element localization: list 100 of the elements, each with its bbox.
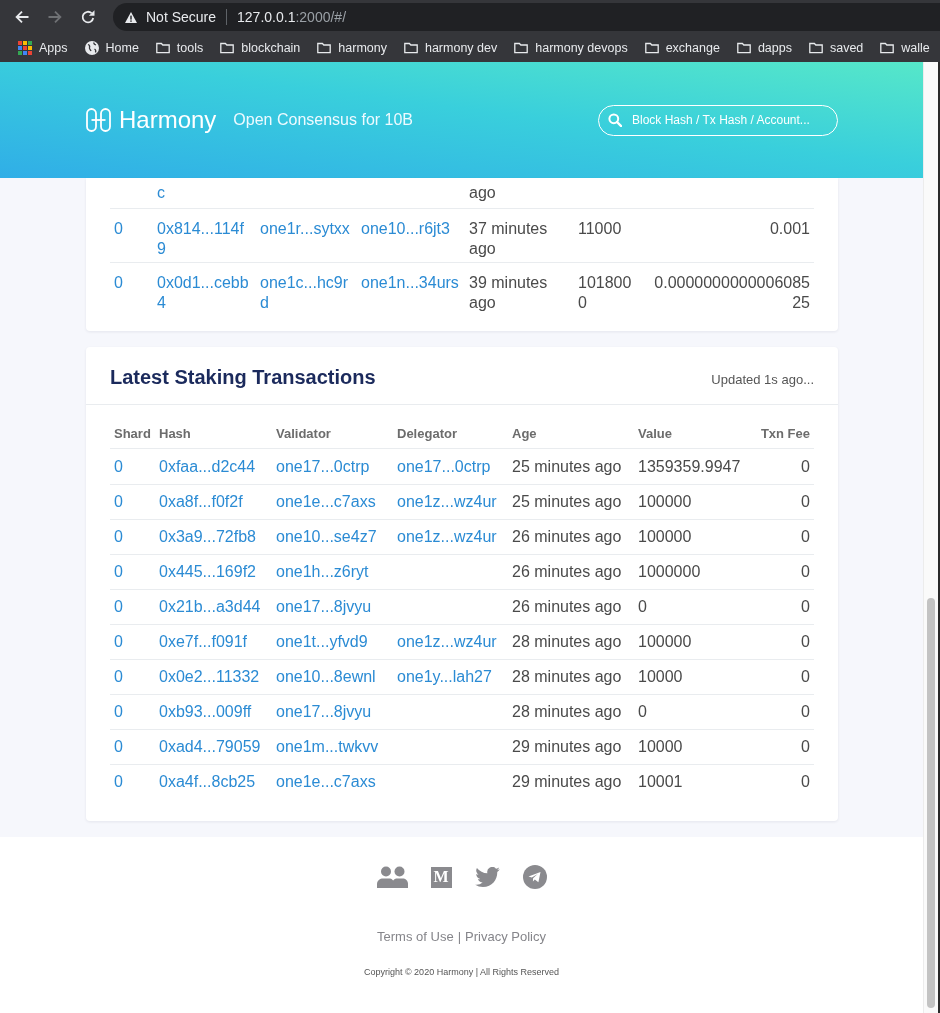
fee-text: 0.001 (769, 219, 810, 239)
value-text: 10000 (638, 667, 684, 687)
address-link[interactable]: one10...r6jt3 (361, 219, 461, 259)
age-text: 28 minutes ago (512, 667, 623, 687)
address-link[interactable]: one1c...hc9rd (260, 273, 353, 313)
bookmark-item[interactable]: saved (808, 41, 864, 55)
hash-link[interactable]: 0xb93...009ff (159, 702, 276, 722)
hash-link[interactable]: 0xa4f...8cb25 (159, 772, 276, 792)
shard-link[interactable]: 0 (114, 702, 159, 722)
url-text: 127.0.0.1:2000/#/ (237, 9, 347, 25)
validator-link[interactable]: one1t...yfvd9 (276, 632, 397, 652)
hash-link[interactable]: 0x21b...a3d44 (159, 597, 276, 617)
bookmark-item[interactable]: blockchain (220, 41, 301, 55)
folder-icon (514, 41, 529, 55)
fee-text: 0 (801, 597, 810, 617)
bookmark-item[interactable]: walle (880, 41, 930, 55)
bookmark-item[interactable]: Home (84, 41, 139, 55)
hash-link[interactable]: 0xfaa...d2c44 (159, 456, 276, 477)
m-tile-icon[interactable]: M (430, 866, 452, 888)
bookmark-item[interactable]: exchange (644, 41, 720, 55)
shard-link[interactable]: 0 (114, 667, 159, 687)
column-header: Value (638, 426, 673, 442)
reload-icon[interactable] (80, 9, 96, 25)
copyright-text: Copyright © 2020 Harmony | All Rights Reserved (363, 966, 560, 978)
paper-plane-icon[interactable] (522, 865, 547, 889)
privacy-link[interactable]: Privacy Policy (465, 929, 546, 945)
terms-link[interactable]: Terms of Use (377, 929, 454, 945)
hash-link[interactable]: c (157, 183, 252, 203)
delegator-link[interactable]: one1z...wz4ur (397, 492, 512, 512)
address-link[interactable]: one1r...sytxx (260, 219, 353, 259)
hash-link[interactable]: 0x0e2...11332 (159, 667, 276, 687)
bookmark-item[interactable]: harmony dev (403, 41, 498, 55)
shard-link[interactable]: 0 (114, 273, 149, 313)
address-link[interactable]: one1n...34urs (361, 273, 461, 313)
hash-link[interactable]: 0x814...114f9 (157, 219, 252, 259)
validator-link[interactable]: one10...8ewnl (276, 667, 397, 687)
folder-icon (317, 41, 332, 55)
delegator-link[interactable]: one1z...wz4ur (397, 527, 512, 547)
validator-link[interactable]: one1e...c7axs (276, 492, 397, 512)
security-label: Not Secure (146, 9, 217, 25)
shard-link[interactable]: 0 (114, 772, 159, 792)
hash-link[interactable]: 0xad4...79059 (159, 737, 276, 757)
validator-link[interactable]: one1m...twkvv (276, 737, 397, 757)
delegator-link[interactable]: one17...0ctrp (397, 456, 512, 477)
value-text: 1359359.9947 (638, 456, 742, 477)
shard-link[interactable]: 0 (114, 562, 159, 582)
fee-text: 0.000000000000608525 (653, 273, 810, 313)
value-text: 1000000 (638, 562, 702, 582)
age-text: 29 minutes ago (512, 737, 623, 757)
hash-link[interactable]: 0xe7f...f091f (159, 632, 276, 652)
shard-link[interactable]: 0 (114, 597, 159, 617)
age-text: 28 minutes ago (512, 702, 623, 722)
validator-link[interactable]: one17...0ctrp (276, 456, 397, 477)
fee-text: 0 (801, 667, 810, 687)
value-text: 10001 (638, 772, 684, 792)
fee-text: 0 (801, 562, 810, 582)
age-text: 26 minutes ago (512, 562, 623, 582)
shard-link[interactable]: 0 (114, 456, 159, 477)
validator-link[interactable]: one1e...c7axs (276, 772, 397, 792)
fee-text: 0 (801, 737, 810, 757)
hash-link[interactable]: 0xa8f...f0f2f (159, 492, 276, 512)
bookmark-item[interactable]: dapps (736, 41, 792, 55)
search-icon (608, 113, 622, 127)
delegator-link[interactable]: one1y...lah27 (397, 667, 512, 687)
shard-link[interactable]: 0 (114, 492, 159, 512)
bird-icon[interactable] (474, 867, 500, 887)
hash-link[interactable]: 0x0d1...cebb4 (157, 273, 252, 313)
address-bar[interactable]: Not Secure 127.0.0.1:2000/#/ (113, 3, 940, 31)
shard-link[interactable]: 0 (114, 737, 159, 757)
column-header: Age (512, 426, 538, 442)
fee-text: 0 (801, 772, 810, 792)
back-icon[interactable] (14, 9, 30, 25)
shard-link[interactable]: 0 (114, 527, 159, 547)
age-text: 26 minutes ago (512, 597, 623, 617)
validator-link[interactable]: one17...8jvyu (276, 702, 397, 722)
fee-text: 0 (801, 456, 810, 477)
bookmark-item[interactable]: Apps (18, 41, 68, 55)
globe-icon (84, 41, 99, 55)
card-title: Latest Staking Transactions (110, 365, 376, 389)
hash-link[interactable]: 0x445...169f2 (159, 562, 276, 582)
bookmark-item[interactable]: harmony (317, 41, 387, 55)
age-text: 26 minutes ago (512, 527, 623, 547)
column-header: Validator (276, 426, 332, 442)
value-text: 100000 (638, 527, 693, 547)
folder-icon (880, 41, 895, 55)
fee-text: 0 (801, 492, 810, 512)
search-field[interactable]: Block Hash / Tx Hash / Account... (598, 104, 838, 136)
delegator-link[interactable]: one1z...wz4ur (397, 632, 512, 652)
shard-link[interactable]: 0 (114, 219, 149, 259)
bookmark-item[interactable]: tools (155, 41, 204, 55)
people-icon[interactable] (376, 866, 408, 888)
shard-link[interactable]: 0 (114, 632, 159, 652)
scrollbar-thumb[interactable] (927, 598, 935, 1008)
validator-link[interactable]: one1h...z6ryt (276, 562, 397, 582)
hash-link[interactable]: 0x3a9...72fb8 (159, 527, 276, 547)
validator-link[interactable]: one17...8jvyu (276, 597, 397, 617)
age-text: ago (469, 183, 497, 203)
bookmark-item[interactable]: harmony devops (514, 41, 628, 55)
value-text: 1018000 (578, 273, 633, 313)
validator-link[interactable]: one10...se4z7 (276, 527, 397, 547)
